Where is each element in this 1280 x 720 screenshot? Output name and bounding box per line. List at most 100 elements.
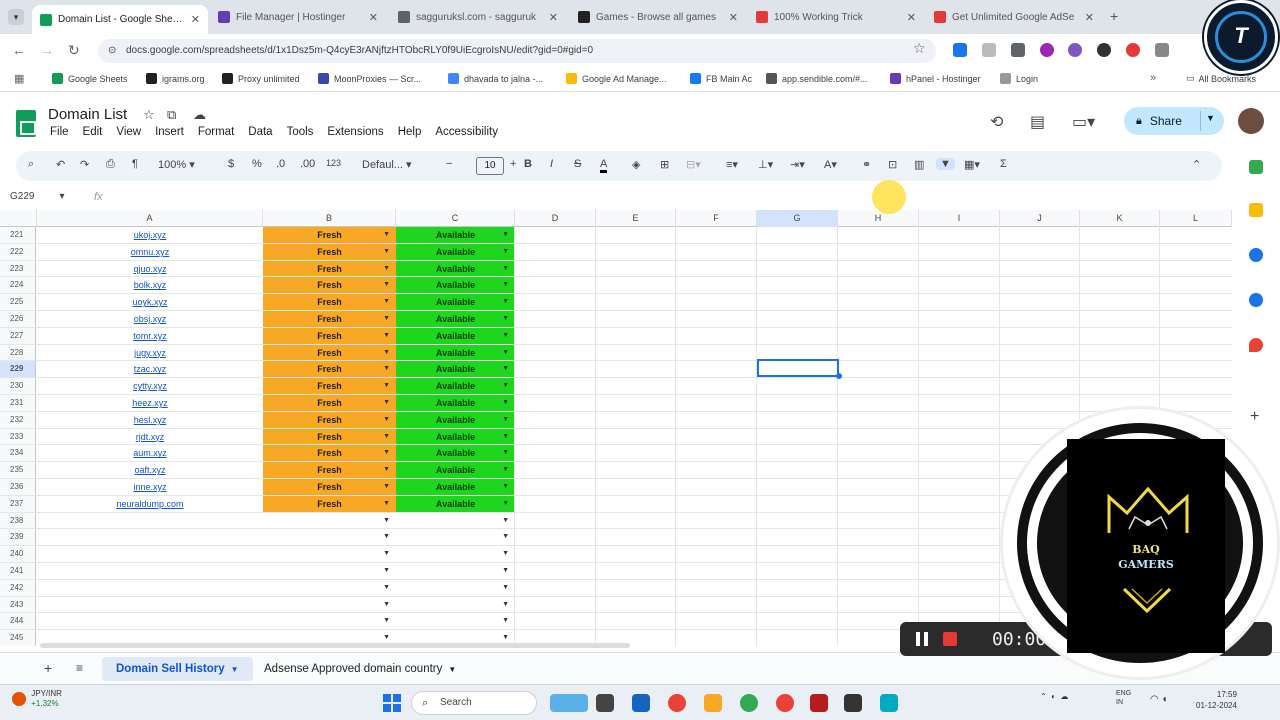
availability-dropdown-cell[interactable]: ▼ (396, 513, 515, 529)
sheets-logo-icon[interactable] (16, 110, 36, 137)
status-dropdown-cell[interactable]: ▼ (263, 613, 396, 629)
apps-grid-icon[interactable]: ▦ (14, 72, 24, 85)
availability-dropdown-cell[interactable]: Available ▼ (396, 344, 515, 361)
availability-dropdown-cell[interactable]: Available ▼ (396, 479, 515, 495)
dropdown-arrow-icon[interactable]: ▼ (502, 294, 509, 310)
bookmark-item[interactable]: Google Sheets (52, 73, 128, 84)
status-dropdown-cell[interactable]: Fresh ▼ (263, 378, 396, 394)
dropdown-arrow-icon[interactable]: ▼ (383, 277, 390, 293)
bookmark-item[interactable]: FB Main Ac (690, 73, 752, 84)
maps-icon[interactable] (1249, 338, 1263, 352)
extension-icon[interactable] (982, 43, 996, 57)
dropdown-arrow-icon[interactable]: ▼ (383, 445, 390, 461)
row-header[interactable]: 233 (0, 428, 36, 445)
domain-cell[interactable]: cytty.xyz (37, 378, 263, 394)
domain-cell[interactable]: qjuo.xyz (37, 261, 263, 277)
status-dropdown-cell[interactable]: Fresh ▼ (263, 344, 396, 361)
row-header[interactable]: 227 (0, 327, 36, 344)
row-header[interactable]: 239 (0, 529, 36, 546)
bookmark-item[interactable]: app.sendible.com/#... (766, 73, 868, 84)
stop-record-icon[interactable] (943, 632, 957, 646)
domain-cell[interactable]: rjdt.xyz (37, 429, 263, 445)
select-all-corner[interactable] (0, 210, 37, 227)
chrome-profile-icon[interactable] (776, 694, 794, 712)
site-info-icon[interactable]: ⊙ (108, 39, 116, 63)
dropdown-arrow-icon[interactable]: ▼ (383, 227, 390, 243)
availability-dropdown-cell[interactable]: Available ▼ (396, 277, 515, 294)
percent-format-button[interactable]: % (252, 158, 262, 170)
availability-dropdown-cell[interactable]: Available ▼ (396, 243, 515, 260)
italic-button[interactable]: I (550, 158, 553, 170)
chevron-down-icon[interactable]: ▼ (231, 665, 239, 674)
add-on-plus-icon[interactable]: + (1250, 408, 1259, 426)
domain-cell[interactable]: bolk.xyz (37, 277, 263, 293)
dropdown-arrow-icon[interactable]: ▼ (383, 328, 390, 344)
avatar[interactable] (1238, 108, 1264, 134)
domain-cell[interactable]: oaft.xyz (37, 462, 263, 478)
row-header[interactable]: 242 (0, 579, 36, 596)
menu-data[interactable]: Data (248, 126, 280, 138)
domain-cell[interactable]: obsj.xyz (37, 311, 263, 327)
dropdown-arrow-icon[interactable]: ▼ (383, 597, 390, 613)
dropdown-arrow-icon[interactable]: ▼ (383, 294, 390, 310)
strikethrough-button[interactable]: S (574, 158, 581, 170)
dropdown-arrow-icon[interactable]: ▼ (502, 445, 509, 461)
availability-dropdown-cell[interactable]: Available ▼ (396, 327, 515, 344)
language-indicator[interactable]: ENG IN (1116, 689, 1131, 707)
extension-icon[interactable] (1011, 43, 1025, 57)
bookmark-item[interactable]: Google Ad Manage... (566, 73, 667, 84)
system-clock[interactable]: 17:59 01-12-2024 (1196, 689, 1237, 711)
availability-dropdown-cell[interactable]: Available ▼ (396, 462, 515, 478)
document-title[interactable]: Domain List (48, 106, 127, 123)
collapse-toolbar-icon[interactable]: ⌃ (1192, 158, 1201, 171)
extension-icon[interactable] (953, 43, 967, 57)
redo-icon[interactable]: ↷ (80, 158, 89, 171)
row-header[interactable]: 223 (0, 260, 36, 277)
menu-accessibility[interactable]: Accessibility (435, 126, 506, 138)
column-header[interactable]: I (919, 210, 1000, 227)
domain-cell[interactable] (37, 546, 263, 562)
status-dropdown-cell[interactable]: Fresh ▼ (263, 361, 396, 378)
availability-dropdown-cell[interactable]: Available ▼ (396, 227, 515, 243)
status-dropdown-cell[interactable]: Fresh ▼ (263, 479, 396, 495)
menu-view[interactable]: View (116, 126, 149, 138)
availability-dropdown-cell[interactable]: ▼ (396, 597, 515, 613)
text-color-button[interactable]: A (600, 158, 608, 173)
all-bookmarks-link[interactable]: ▭ All Bookmarks (1186, 73, 1256, 84)
availability-dropdown-cell[interactable]: Available ▼ (396, 311, 515, 327)
sheets-app-icon[interactable] (1249, 160, 1263, 174)
dropdown-arrow-icon[interactable]: ▼ (383, 261, 390, 277)
opera-extension-icon[interactable] (1126, 43, 1140, 57)
back-icon[interactable]: ← (12, 42, 26, 58)
menu-tools[interactable]: Tools (287, 126, 322, 138)
row-header[interactable]: 234 (0, 445, 36, 462)
status-dropdown-cell[interactable]: Fresh ▼ (263, 411, 396, 428)
wifi-icon[interactable]: ◠ ◖ (1150, 694, 1168, 705)
domain-cell[interactable]: neuraldump.com (37, 496, 263, 512)
version-history-icon[interactable]: ⟲ (990, 112, 1003, 132)
menu-edit[interactable]: Edit (83, 126, 111, 138)
column-header[interactable]: D (515, 210, 596, 227)
row-header[interactable]: 228 (0, 344, 36, 361)
dropdown-arrow-icon[interactable]: ▼ (502, 412, 509, 428)
close-tab-icon[interactable]: ✕ (729, 11, 738, 24)
keep-icon[interactable] (1249, 203, 1263, 217)
browser-tab[interactable]: 100% Working Trick ✕ (748, 5, 924, 29)
dropdown-arrow-icon[interactable]: ▼ (502, 378, 509, 394)
status-dropdown-cell[interactable]: Fresh ▼ (263, 294, 396, 310)
meet-icon[interactable]: ▭▾ (1072, 112, 1095, 132)
undo-icon[interactable]: ↶ (56, 158, 65, 171)
domain-cell[interactable] (37, 613, 263, 629)
dropdown-arrow-icon[interactable]: ▼ (383, 378, 390, 394)
menu-insert[interactable]: Insert (155, 126, 192, 138)
status-dropdown-cell[interactable]: Fresh ▼ (263, 277, 396, 294)
sheet-tab[interactable]: Adsense Approved domain country ▼ (250, 657, 470, 681)
decrease-font-size-icon[interactable]: − (446, 158, 452, 170)
dropdown-arrow-icon[interactable]: ▼ (502, 345, 509, 361)
availability-dropdown-cell[interactable]: ▼ (396, 563, 515, 579)
column-header[interactable]: G (757, 210, 838, 227)
row-header[interactable]: 222 (0, 243, 36, 260)
menu-file[interactable]: File (50, 126, 77, 138)
browser-tab[interactable]: Get Unlimited Google AdSe ✕ (926, 5, 1102, 29)
bookmark-star-icon[interactable]: ☆ (913, 40, 926, 57)
